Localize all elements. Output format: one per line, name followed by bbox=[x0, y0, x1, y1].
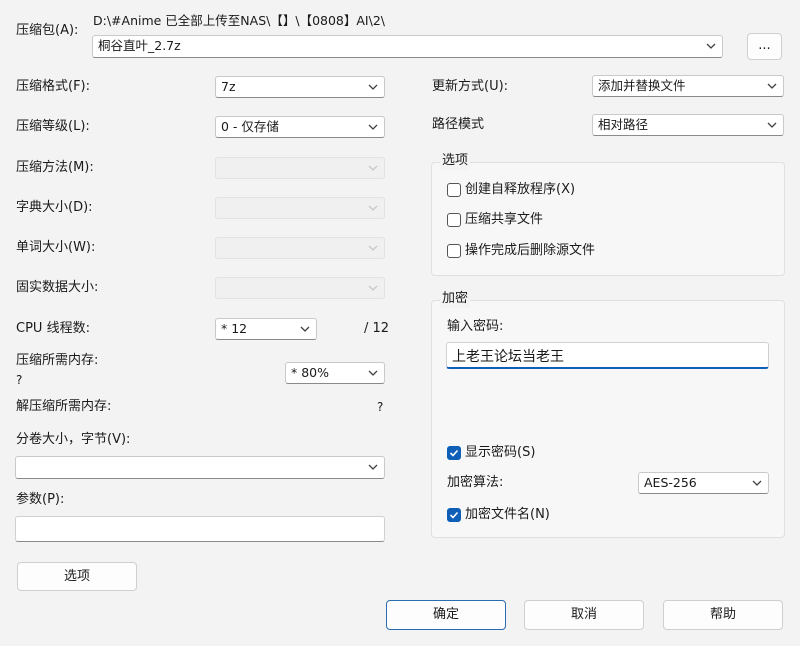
options-group-title: 选项 bbox=[440, 152, 471, 170]
word-label: 单词大小(W): bbox=[16, 240, 96, 255]
chevron-down-icon bbox=[368, 124, 378, 130]
params-input[interactable] bbox=[15, 516, 385, 542]
mem-combo-value: * 80% bbox=[291, 365, 330, 380]
params-label: 参数(P): bbox=[16, 492, 65, 507]
chevron-down-icon bbox=[368, 464, 378, 470]
check-icon bbox=[449, 511, 459, 519]
format-value: 7z bbox=[221, 79, 236, 94]
sfx-checkbox[interactable] bbox=[447, 183, 461, 197]
password-input[interactable]: 上老王论坛当老王 bbox=[446, 342, 769, 369]
options-button[interactable]: 选项 bbox=[17, 562, 137, 591]
chevron-down-icon bbox=[706, 43, 716, 49]
show-password-label[interactable]: 显示密码(S) bbox=[465, 444, 535, 462]
dict-label: 字典大小(D): bbox=[16, 200, 93, 215]
shared-label[interactable]: 压缩共享文件 bbox=[465, 211, 543, 229]
decomp-value: ? bbox=[377, 400, 384, 414]
enc-method-label: 加密算法: bbox=[447, 475, 504, 490]
chevron-down-icon bbox=[368, 165, 378, 171]
cpu-combo[interactable]: * 12 bbox=[215, 318, 317, 340]
enc-method-value: AES-256 bbox=[644, 475, 697, 490]
chevron-down-icon bbox=[752, 480, 762, 486]
pathmode-label: 路径模式 bbox=[432, 117, 485, 132]
shared-checkbox[interactable] bbox=[447, 213, 461, 227]
split-label: 分卷大小，字节(V): bbox=[16, 432, 131, 447]
encrypt-names-checkbox[interactable] bbox=[447, 508, 461, 522]
update-value: 添加并替换文件 bbox=[598, 78, 686, 93]
cancel-button[interactable]: 取消 bbox=[524, 600, 644, 630]
mem-value: ? bbox=[16, 373, 23, 387]
method-combo bbox=[215, 157, 385, 179]
solid-combo bbox=[215, 277, 385, 299]
chevron-down-icon bbox=[300, 326, 310, 332]
archive-name-value: 桐谷直叶_2.7z bbox=[98, 38, 181, 53]
chevron-down-icon bbox=[368, 245, 378, 251]
ok-button[interactable]: 确定 bbox=[386, 600, 506, 630]
delete-checkbox[interactable] bbox=[447, 244, 461, 258]
cpu-total: / 12 bbox=[364, 321, 390, 336]
check-icon bbox=[449, 449, 459, 457]
sfx-label[interactable]: 创建自释放程序(X) bbox=[465, 181, 575, 199]
word-combo bbox=[215, 237, 385, 259]
cpu-label: CPU 线程数: bbox=[16, 321, 90, 336]
archive-name-combo[interactable]: 桐谷直叶_2.7z bbox=[92, 35, 723, 58]
password-value: 上老王论坛当老王 bbox=[452, 349, 564, 365]
encrypt-names-label[interactable]: 加密文件名(N) bbox=[465, 506, 550, 524]
chevron-down-icon bbox=[368, 205, 378, 211]
chevron-down-icon bbox=[368, 370, 378, 376]
password-label: 输入密码: bbox=[447, 319, 504, 334]
update-combo[interactable]: 添加并替换文件 bbox=[592, 75, 784, 97]
archive-path: D:\#Anime 已全部上传至NAS\【】\【0808】AI\2\ bbox=[93, 13, 385, 28]
solid-label: 固实数据大小: bbox=[16, 280, 99, 295]
chevron-down-icon bbox=[767, 83, 777, 89]
level-combo[interactable]: 0 - 仅存储 bbox=[215, 116, 385, 138]
pathmode-value: 相对路径 bbox=[598, 117, 649, 132]
dict-combo bbox=[215, 197, 385, 219]
chevron-down-icon bbox=[368, 84, 378, 90]
mem-combo[interactable]: * 80% bbox=[285, 362, 385, 384]
show-password-checkbox[interactable] bbox=[447, 446, 461, 460]
archive-label: 压缩包(A): bbox=[16, 23, 79, 38]
browse-button[interactable]: ... bbox=[747, 33, 782, 60]
pathmode-combo[interactable]: 相对路径 bbox=[592, 114, 784, 136]
format-combo[interactable]: 7z bbox=[215, 76, 385, 98]
chevron-down-icon bbox=[368, 285, 378, 291]
update-label: 更新方式(U): bbox=[432, 79, 509, 94]
method-label: 压缩方法(M): bbox=[16, 160, 94, 175]
chevron-down-icon bbox=[767, 122, 777, 128]
level-label: 压缩等级(L): bbox=[16, 119, 90, 134]
help-button[interactable]: 帮助 bbox=[663, 600, 783, 630]
delete-label[interactable]: 操作完成后删除源文件 bbox=[465, 242, 595, 260]
encrypt-group-title: 加密 bbox=[440, 290, 471, 308]
cpu-value: * 12 bbox=[221, 321, 248, 336]
enc-method-combo[interactable]: AES-256 bbox=[638, 472, 769, 494]
level-value: 0 - 仅存储 bbox=[221, 119, 279, 134]
format-label: 压缩格式(F): bbox=[16, 79, 91, 94]
split-combo[interactable] bbox=[15, 456, 385, 479]
decomp-label: 解压缩所需内存: bbox=[16, 399, 112, 414]
mem-label: 压缩所需内存: bbox=[16, 353, 99, 368]
